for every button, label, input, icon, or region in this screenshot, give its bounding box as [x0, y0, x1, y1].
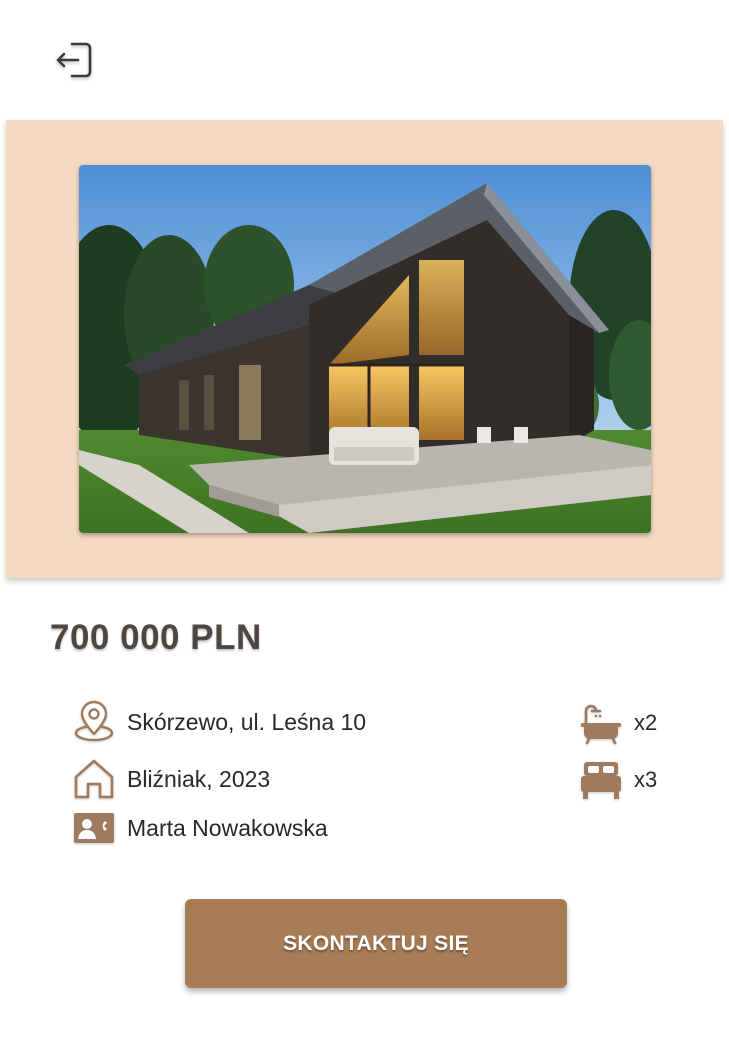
bedrooms-count: x3: [634, 767, 658, 792]
price: 700 000 PLN: [50, 618, 262, 657]
bathtub-icon: [578, 701, 624, 745]
bathrooms-count: x2: [634, 710, 658, 735]
agent-row: Marta Nowakowska: [72, 806, 328, 850]
bathrooms-feature: x2: [578, 701, 657, 745]
location-row: Skórzewo, ul. Leśna 10: [72, 700, 366, 744]
address: Skórzewo, ul. Leśna 10: [127, 708, 367, 735]
back-button[interactable]: [52, 40, 96, 80]
logout-icon: [56, 42, 92, 78]
agent-name: Marta Nowakowska: [127, 814, 328, 841]
house-icon: [72, 757, 116, 801]
property-type: Bliźniak, 2023: [127, 765, 271, 792]
bedrooms-feature: x3: [578, 758, 657, 802]
location-pin-icon: [72, 700, 116, 744]
contact-button[interactable]: SKONTAKTUJ SIĘ: [185, 899, 567, 988]
contact-card-icon: [72, 806, 116, 850]
hero-card: [6, 120, 723, 578]
property-photo[interactable]: [79, 165, 651, 533]
bed-icon: [578, 758, 624, 802]
property-type-row: Bliźniak, 2023: [72, 757, 270, 801]
